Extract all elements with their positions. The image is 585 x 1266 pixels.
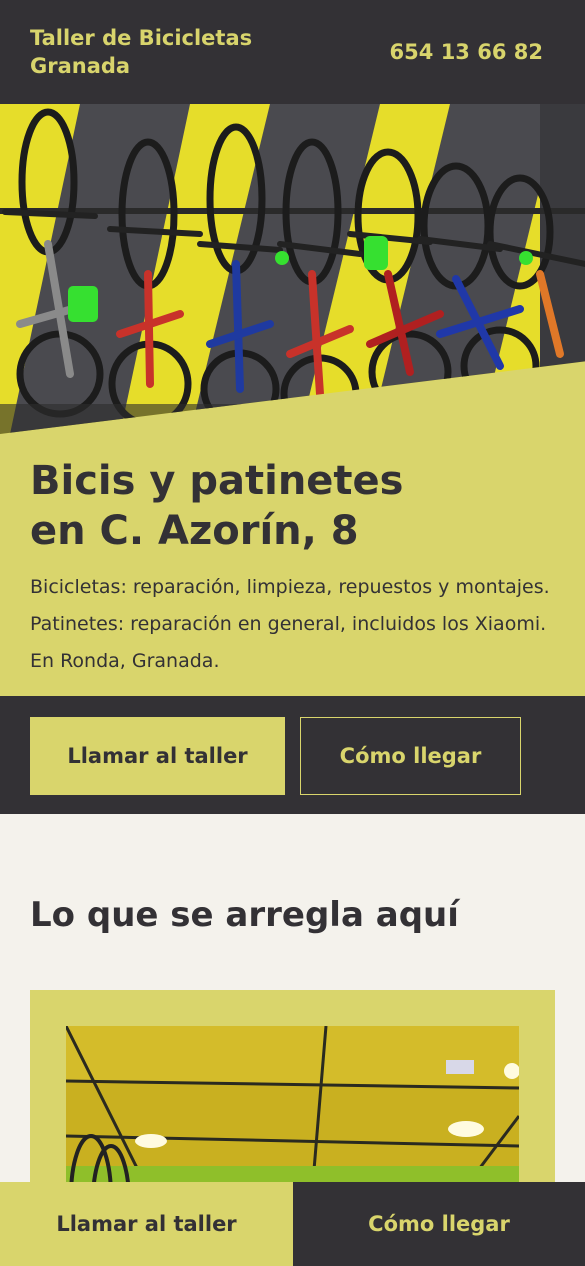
hero-title: Bicis y patinetes en C. Azorín, 8	[30, 456, 560, 556]
site-brand[interactable]: Taller de Bicicletas Granada	[30, 24, 290, 80]
call-workshop-button[interactable]: Llamar al taller	[30, 717, 285, 795]
hero-title-line2: en C. Azorín, 8	[30, 508, 359, 554]
hero-photo-bikes	[0, 104, 585, 434]
sticky-call-button[interactable]: Llamar al taller	[0, 1182, 293, 1266]
cta-band: Llamar al taller Cómo llegar	[0, 696, 585, 814]
hero-title-line1: Bicis y patinetes	[30, 458, 404, 504]
phone-link[interactable]: 654 13 66 82	[390, 40, 543, 64]
sticky-directions-button[interactable]: Cómo llegar	[293, 1182, 585, 1266]
directions-button[interactable]: Cómo llegar	[300, 717, 521, 795]
hero-description: Bicicletas: reparación, limpieza, repues…	[30, 576, 550, 672]
top-bar: Taller de Bicicletas Granada 654 13 66 8…	[0, 0, 585, 104]
services-title: Lo que se arregla aquí	[30, 895, 459, 935]
hero-section: Bicis y patinetes en C. Azorín, 8 Bicicl…	[0, 104, 585, 696]
sticky-action-bar: Llamar al taller Cómo llegar	[0, 1182, 585, 1266]
